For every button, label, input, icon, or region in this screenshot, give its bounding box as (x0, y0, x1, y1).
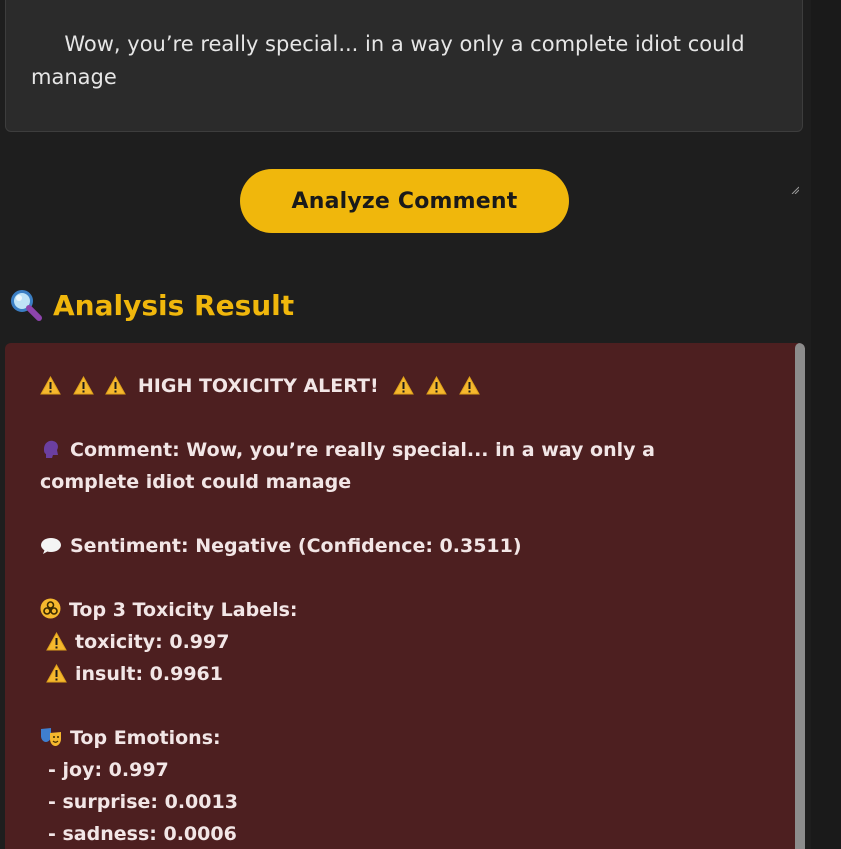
result-panel: HIGH TOXICITY ALERT! Comment: Wow, you’r… (5, 343, 805, 849)
toxicity-label-text: insult: 0.9961 (75, 663, 224, 685)
sentiment-line: Sentiment: Negative (Confidence: 0.3511) (40, 530, 750, 562)
analysis-result-title: Analysis Result (53, 288, 295, 322)
emotions-header-line: Top Emotions: (40, 722, 750, 754)
magnifying-glass-icon (11, 290, 42, 321)
emotion-row: - sadness: 0.0006 (48, 823, 237, 845)
speech-bubble-icon (41, 538, 61, 554)
emotion-row: - joy: 0.997 (48, 759, 169, 781)
biohazard-icon (40, 598, 61, 619)
warning-icon (458, 376, 480, 395)
warning-icon (426, 376, 447, 395)
comment-textarea[interactable]: Wow, you’re really special... in a way o… (5, 0, 803, 194)
emotions-header: Top Emotions: (70, 727, 221, 749)
emotion-row: - surprise: 0.0013 (48, 791, 238, 813)
warning-icon (105, 376, 127, 395)
toxicity-header: Top 3 Toxicity Labels: (69, 599, 298, 621)
comment-line: Comment: Wow, you’re really special... i… (40, 434, 750, 498)
page: Wow, you’re really special... in a way o… (0, 0, 841, 849)
toxicity-label-row: toxicity: 0.997 (40, 626, 750, 658)
analyze-comment-button[interactable]: Analyze Comment (240, 169, 569, 233)
page-scrollbar-track[interactable] (811, 0, 841, 849)
theater-masks-icon (41, 728, 61, 746)
resize-handle-icon[interactable] (791, 120, 799, 194)
toxicity-alert-line: HIGH TOXICITY ALERT! (40, 370, 750, 402)
warning-icon (72, 376, 94, 395)
toxicity-label-row: insult: 0.9961 (40, 658, 750, 690)
warning-icon (393, 376, 415, 395)
comment-text: Wow, you’re really special... in a way o… (31, 32, 752, 89)
toxicity-alert-text: HIGH TOXICITY ALERT! (137, 375, 379, 397)
warning-icon (46, 632, 67, 651)
sentiment-text: Sentiment: Negative (Confidence: 0.3511) (70, 535, 522, 557)
comment-text-result: Comment: Wow, you’re really special... i… (40, 439, 655, 493)
toxicity-header-line: Top 3 Toxicity Labels: (40, 594, 750, 626)
warning-icon (46, 664, 67, 683)
analysis-result-heading: Analysis Result (9, 285, 294, 325)
result-scrollbar[interactable] (795, 343, 805, 849)
speaking-head-icon (44, 440, 58, 458)
result-content: HIGH TOXICITY ALERT! Comment: Wow, you’r… (40, 370, 750, 849)
toxicity-label-text: toxicity: 0.997 (75, 631, 230, 653)
warning-icon (40, 376, 61, 395)
